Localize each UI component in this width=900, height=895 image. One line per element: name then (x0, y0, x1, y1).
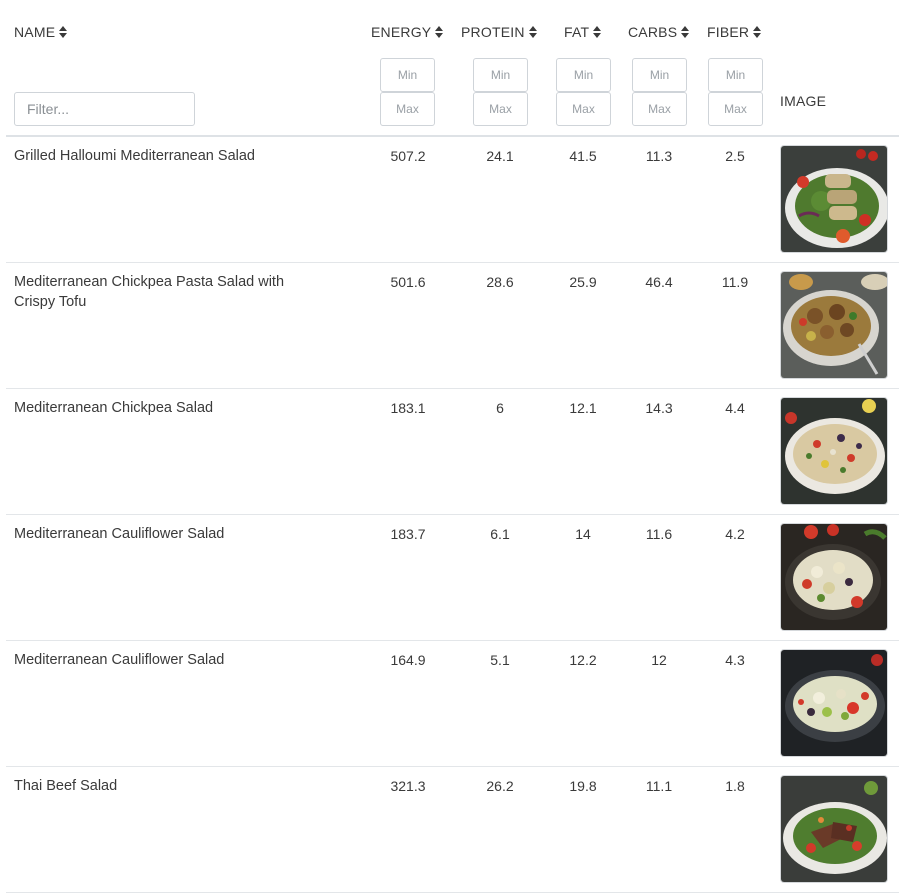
carbs-value: 14.3 (645, 400, 673, 416)
protein-value: 26.2 (486, 778, 514, 794)
fat-value: 19.8 (569, 778, 597, 794)
table-row[interactable]: Mediterranean Cauliflower Salad 183.7 6.… (0, 514, 900, 640)
table-row[interactable]: Mediterranean Chickpea Salad 183.1 6 12.… (0, 388, 900, 514)
row-divider (6, 892, 899, 893)
energy-value: 501.6 (390, 274, 426, 290)
column-header-fiber-label: FIBER (707, 24, 750, 40)
recipe-image[interactable] (780, 775, 888, 883)
column-header-image: IMAGE (780, 93, 827, 109)
fiber-value: 4.3 (725, 652, 745, 668)
fat-value: 41.5 (569, 148, 597, 164)
recipe-image[interactable] (780, 271, 888, 379)
column-header-name[interactable]: NAME (14, 24, 68, 40)
table-row[interactable]: Thai Beef Salad 321.3 26.2 19.8 11.1 1.8 (0, 766, 900, 892)
carbs-value: 11.3 (645, 148, 673, 164)
recipe-name[interactable]: Mediterranean Chickpea Pasta Salad with … (14, 272, 324, 312)
column-header-name-label: NAME (14, 24, 56, 40)
fat-min-input[interactable] (556, 58, 611, 92)
carbs-value: 46.4 (645, 274, 673, 290)
fat-max-input[interactable] (556, 92, 611, 126)
column-header-protein-label: PROTEIN (461, 24, 525, 40)
protein-value: 28.6 (486, 274, 514, 290)
column-header-protein[interactable]: PROTEIN (461, 24, 537, 40)
fat-value: 12.1 (569, 400, 597, 416)
name-filter-input[interactable] (14, 92, 195, 126)
fiber-value: 11.9 (721, 274, 749, 290)
recipe-image[interactable] (780, 397, 888, 505)
protein-value: 6 (496, 400, 504, 416)
column-header-carbs[interactable]: CARBS (628, 24, 690, 40)
sort-icon[interactable] (528, 26, 537, 38)
energy-value: 183.7 (390, 526, 426, 542)
carbs-min-input[interactable] (632, 58, 687, 92)
protein-value: 24.1 (486, 148, 514, 164)
fiber-value: 2.5 (725, 148, 745, 164)
energy-value: 183.1 (390, 400, 426, 416)
table-row[interactable]: Mediterranean Chickpea Pasta Salad with … (0, 262, 900, 388)
sort-icon[interactable] (753, 26, 762, 38)
sort-icon[interactable] (59, 26, 68, 38)
recipe-name[interactable]: Thai Beef Salad (14, 776, 324, 796)
fiber-value: 4.2 (725, 526, 745, 542)
column-header-fat-label: FAT (564, 24, 590, 40)
fiber-value: 1.8 (725, 778, 745, 794)
recipe-name[interactable]: Mediterranean Cauliflower Salad (14, 524, 324, 544)
fat-value: 12.2 (569, 652, 597, 668)
carbs-value: 11.1 (645, 778, 673, 794)
energy-value: 507.2 (390, 148, 426, 164)
column-header-fat[interactable]: FAT (564, 24, 602, 40)
sort-icon[interactable] (435, 26, 444, 38)
energy-value: 164.9 (390, 652, 426, 668)
recipe-image[interactable] (780, 649, 888, 757)
recipe-name[interactable]: Mediterranean Chickpea Salad (14, 398, 324, 418)
carbs-max-input[interactable] (632, 92, 687, 126)
recipe-image[interactable] (780, 523, 888, 631)
carbs-value: 11.6 (645, 526, 673, 542)
table-row[interactable]: Mediterranean Cauliflower Salad 164.9 5.… (0, 640, 900, 766)
recipe-image[interactable] (780, 145, 888, 253)
recipe-name[interactable]: Mediterranean Cauliflower Salad (14, 650, 324, 670)
protein-max-input[interactable] (473, 92, 528, 126)
table-row[interactable]: Grilled Halloumi Mediterranean Salad 507… (0, 136, 900, 262)
column-header-fiber[interactable]: FIBER (707, 24, 762, 40)
sort-icon[interactable] (681, 26, 690, 38)
column-header-carbs-label: CARBS (628, 24, 678, 40)
recipe-name[interactable]: Grilled Halloumi Mediterranean Salad (14, 146, 324, 166)
fat-value: 14 (575, 526, 591, 542)
fiber-value: 4.4 (725, 400, 745, 416)
carbs-value: 12 (651, 652, 667, 668)
protein-value: 6.1 (490, 526, 510, 542)
column-header-energy[interactable]: ENERGY (371, 24, 444, 40)
column-header-energy-label: ENERGY (371, 24, 432, 40)
sort-icon[interactable] (593, 26, 602, 38)
fiber-min-input[interactable] (708, 58, 763, 92)
energy-value: 321.3 (390, 778, 426, 794)
energy-min-input[interactable] (380, 58, 435, 92)
protein-value: 5.1 (490, 652, 510, 668)
energy-max-input[interactable] (380, 92, 435, 126)
fiber-max-input[interactable] (708, 92, 763, 126)
fat-value: 25.9 (569, 274, 597, 290)
protein-min-input[interactable] (473, 58, 528, 92)
